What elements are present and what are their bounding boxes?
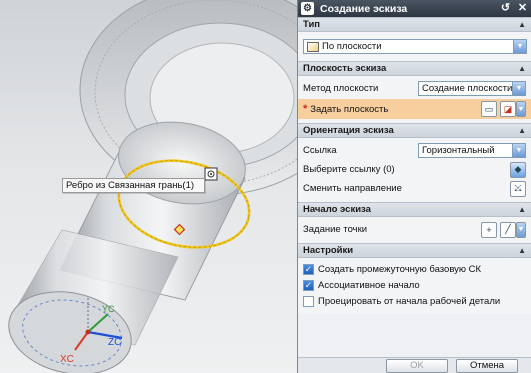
reset-icon[interactable]: ↺ <box>497 0 514 17</box>
section-plane-title: Плоскость эскиза <box>303 63 387 74</box>
snap-point-icon <box>204 167 218 181</box>
section-plane-body: Метод плоскости Создание плоскости ▼ * З… <box>298 76 531 123</box>
reverse-direction-icon[interactable]: ⤩ <box>510 180 526 197</box>
reference-select[interactable]: Горизонтальный ▼ <box>418 143 526 158</box>
required-marker: * <box>303 103 308 115</box>
inferred-point-icon[interactable]: ╱ <box>500 221 516 238</box>
settings-option[interactable]: ✓ Ассоциативное начало <box>303 277 526 293</box>
select-reference-icon[interactable]: ◆ <box>510 161 526 178</box>
plane-method-value: Создание плоскости <box>422 83 512 94</box>
specify-point-label: Задание точки <box>303 224 368 235</box>
section-origin-header[interactable]: Начало эскиза ▲ <box>298 202 531 217</box>
create-sketch-dialog: ⚙ Создание эскиза ↺ ✕ Тип ▲ По плоскости… <box>297 0 531 373</box>
plane-method-label: Метод плоскости <box>303 83 379 94</box>
chevron-up-icon[interactable]: ▲ <box>518 64 526 73</box>
axis-label-y: YC <box>102 304 115 314</box>
type-select-value: По плоскости <box>322 41 382 52</box>
cancel-button[interactable]: Отмена <box>456 358 518 373</box>
gear-icon[interactable]: ⚙ <box>301 2 314 15</box>
chevron-down-icon[interactable]: ▼ <box>516 101 526 117</box>
cylinder-body <box>8 121 246 373</box>
chevron-up-icon[interactable]: ▲ <box>518 20 526 29</box>
section-settings-title: Настройки <box>303 245 354 256</box>
specify-plane-row[interactable]: * Задать плоскость ▭ ◪ ▼ <box>298 99 531 119</box>
checkbox[interactable] <box>303 295 314 307</box>
specify-plane-label: Задать плоскость <box>310 103 389 115</box>
settings-option[interactable]: Проецировать от начала рабочей детали <box>303 293 526 309</box>
chevron-down-icon[interactable]: ▼ <box>513 40 526 53</box>
section-orientation-header[interactable]: Ориентация эскиза ▲ <box>298 123 531 138</box>
reference-value: Горизонтальный <box>422 145 495 156</box>
section-origin-title: Начало эскиза <box>303 204 371 215</box>
section-type-header[interactable]: Тип ▲ <box>298 17 531 32</box>
reverse-direction-label: Сменить направление <box>303 183 402 194</box>
ok-button[interactable]: OK <box>386 358 448 373</box>
selection-tooltip: Ребро из Связанная грань(1) <box>62 178 205 193</box>
section-type-title: Тип <box>303 19 321 30</box>
settings-option-label: Создать промежуточную базовую СК <box>318 263 482 275</box>
chevron-up-icon[interactable]: ▲ <box>518 205 526 214</box>
section-type-body: По плоскости ▼ <box>298 32 531 61</box>
section-orientation-title: Ориентация эскиза <box>303 125 394 136</box>
settings-option[interactable]: ✓ Создать промежуточную базовую СК <box>303 261 526 277</box>
plane-dialog-icon[interactable]: ▭ <box>481 101 497 117</box>
chevron-down-icon[interactable]: ▼ <box>516 221 526 238</box>
checkbox[interactable]: ✓ <box>303 263 314 275</box>
chevron-down-icon[interactable]: ▼ <box>512 82 525 95</box>
section-settings-body: ✓ Создать промежуточную базовую СК ✓ Ассоци… <box>298 258 531 313</box>
dialog-title: Создание эскиза <box>320 2 408 15</box>
section-origin-body: Задание точки + ╱ ▼ <box>298 217 531 243</box>
checkbox[interactable]: ✓ <box>303 279 314 291</box>
close-icon[interactable]: ✕ <box>514 0 531 17</box>
chevron-down-icon[interactable]: ▼ <box>512 144 525 157</box>
inferred-plane-icon[interactable]: ◪ <box>500 101 516 117</box>
select-reference-label: Выберите ссылку (0) <box>303 164 395 175</box>
reference-label: Ссылка <box>303 145 337 156</box>
plane-type-icon <box>307 41 319 52</box>
dialog-footer: OK Отмена <box>298 357 531 373</box>
settings-option-label: Проецировать от начала рабочей детали <box>318 295 501 307</box>
settings-option-label: Ассоциативное начало <box>318 279 420 291</box>
section-orientation-body: Ссылка Горизонтальный ▼ Выберите ссылку … <box>298 138 531 202</box>
dialog-titlebar[interactable]: ⚙ Создание эскиза ↺ ✕ <box>298 0 531 17</box>
chevron-up-icon[interactable]: ▲ <box>518 246 526 255</box>
chevron-up-icon[interactable]: ▲ <box>518 126 526 135</box>
axis-label-z: ZC <box>108 337 121 348</box>
section-plane-header[interactable]: Плоскость эскиза ▲ <box>298 61 531 76</box>
point-dialog-icon[interactable]: + <box>481 221 497 238</box>
section-settings-header[interactable]: Настройки ▲ <box>298 243 531 258</box>
type-select[interactable]: По плоскости ▼ <box>303 39 527 54</box>
plane-method-select[interactable]: Создание плоскости ▼ <box>418 81 526 96</box>
axis-label-x: XC <box>60 354 74 365</box>
